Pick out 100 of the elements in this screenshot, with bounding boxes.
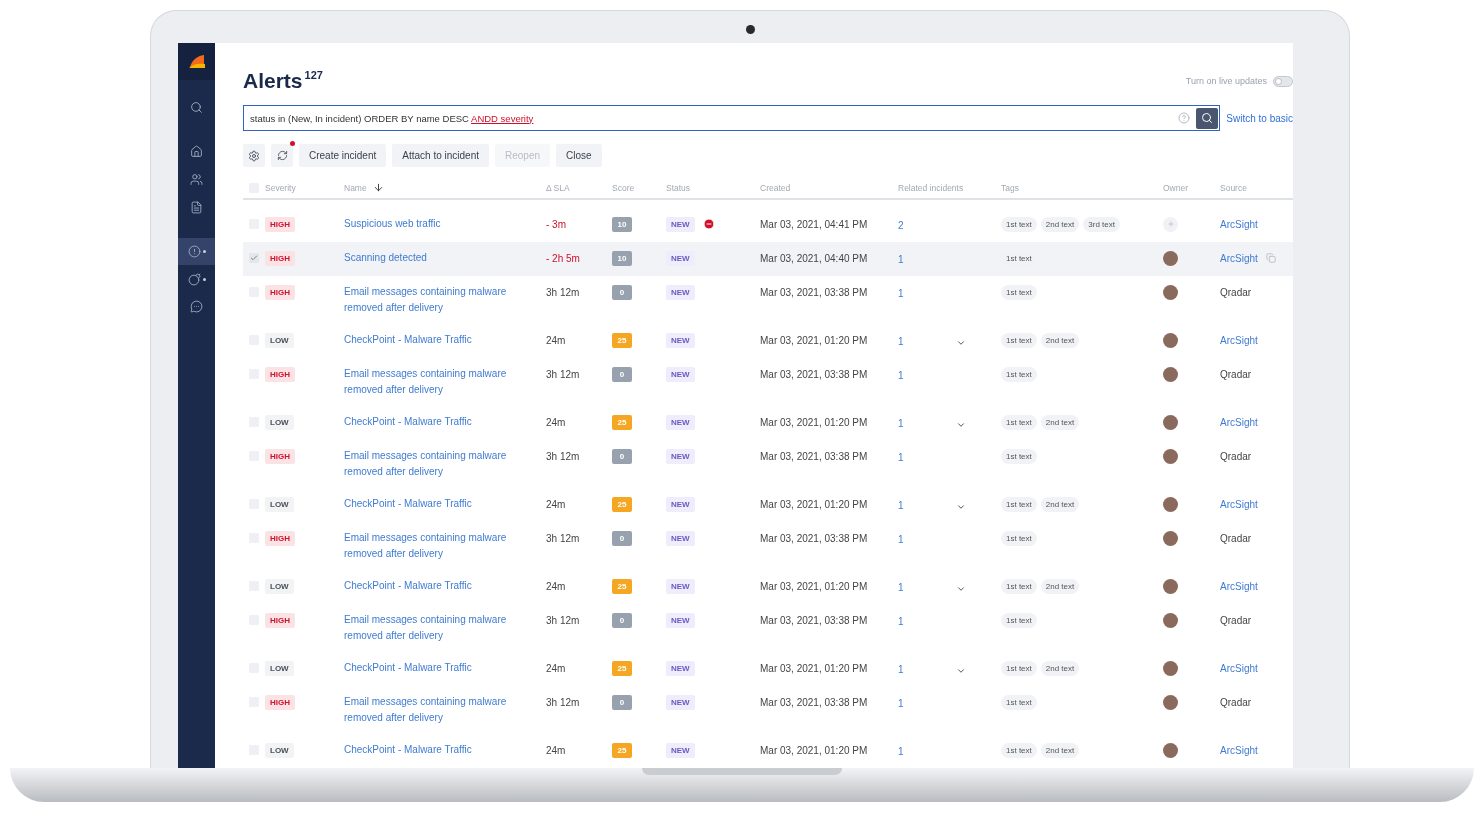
related-incidents-link[interactable]: 1 xyxy=(898,663,904,675)
column-header[interactable]: Created xyxy=(760,182,791,193)
source-text[interactable]: ArcSight xyxy=(1220,744,1258,756)
source-text[interactable]: ArcSight xyxy=(1220,580,1258,592)
sort-arrow-icon[interactable] xyxy=(372,182,384,193)
refresh-button[interactable] xyxy=(271,144,293,167)
column-header[interactable]: Status xyxy=(666,182,691,193)
switch-to-basic-link[interactable]: Switch to basic xyxy=(1226,112,1293,124)
chevron-icon[interactable] xyxy=(956,502,966,512)
table-row[interactable]: LOW CheckPoint - Malware Traffic 24m 25 NEW Mar 03, 2021, 01:20 PM 1 1st text 2nd text ArcSight xyxy=(243,406,1293,440)
created-date: Mar 03, 2021, 01:20 PM xyxy=(760,744,868,756)
alert-name-link[interactable]: CheckPoint - Malware Traffic xyxy=(344,496,509,512)
table-row[interactable]: HIGH Scanning detected - 2h 5m 10 NEW Mar 03, 2021, 04:40 PM 1 1st text ArcSight xyxy=(243,242,1293,276)
toolbar-button[interactable]: Attach to incident xyxy=(392,144,489,167)
created-date: Mar 03, 2021, 03:38 PM xyxy=(760,614,868,626)
alert-name-link[interactable]: CheckPoint - Malware Traffic xyxy=(344,578,509,594)
source-text[interactable]: ArcSight xyxy=(1220,218,1258,230)
related-incidents-link[interactable]: 1 xyxy=(898,745,904,757)
related-incidents-link[interactable]: 1 xyxy=(898,451,904,463)
copy-icon[interactable] xyxy=(1265,253,1276,263)
query-field[interactable]: status in (New, In incident) ORDER BY name DESC ANDD severity xyxy=(243,105,1221,131)
column-header[interactable]: Name xyxy=(344,182,367,193)
sla-text: 24m xyxy=(546,580,566,592)
settings-button[interactable] xyxy=(243,144,265,167)
chevron-icon[interactable] xyxy=(956,584,966,594)
table-row[interactable]: HIGH Suspicious web traffic - 3m 10 NEW Mar 03, 2021, 04:41 PM 2 1st text 2nd text 3rd text ArcSight xyxy=(243,208,1293,242)
alert-name-link[interactable]: CheckPoint - Malware Traffic xyxy=(344,414,509,430)
column-header[interactable]: Owner xyxy=(1163,182,1189,193)
table-row[interactable]: HIGH Email messages containing malware removed after delivery 3h 12m 0 NEW Mar 03, 2021, 03:38 PM 1 1st text Qradar xyxy=(243,276,1293,324)
score-label: 25 xyxy=(612,578,632,594)
score-label: 25 xyxy=(612,660,632,676)
alert-name-link[interactable]: Email messages containing malware removed after delivery xyxy=(344,284,509,316)
column-header[interactable]: Severity xyxy=(265,182,296,193)
related-incidents-link[interactable]: 1 xyxy=(898,335,904,347)
score-label: 25 xyxy=(612,742,632,758)
severity-label: HIGH xyxy=(265,366,295,382)
source-text: Qradar xyxy=(1220,532,1252,544)
related-incidents-link[interactable]: 1 xyxy=(898,253,904,265)
alert-name-link[interactable]: Suspicious web traffic xyxy=(344,216,509,232)
tag: 1st text xyxy=(1001,496,1037,512)
help-icon[interactable] xyxy=(1178,112,1191,124)
score-label: 25 xyxy=(612,414,632,430)
table-row[interactable]: LOW CheckPoint - Malware Traffic 24m 25 NEW Mar 03, 2021, 01:20 PM 1 1st text 2nd text ArcSight xyxy=(243,652,1293,686)
source-text[interactable]: ArcSight xyxy=(1220,498,1258,510)
chevron-icon[interactable] xyxy=(956,420,966,430)
column-header[interactable]: Tags xyxy=(1001,182,1019,193)
table-row[interactable]: LOW CheckPoint - Malware Traffic 24m 25 NEW Mar 03, 2021, 01:20 PM 1 1st text 2nd text ArcSight xyxy=(243,734,1293,768)
tag: 3rd text xyxy=(1083,216,1120,232)
tag: 1st text xyxy=(1001,660,1037,676)
alert-name-link[interactable]: Email messages containing malware removed after delivery xyxy=(344,530,509,562)
toolbar-button[interactable]: Close xyxy=(556,144,602,167)
chevron-icon[interactable] xyxy=(956,338,966,348)
related-incidents-link[interactable]: 1 xyxy=(898,287,904,299)
table-row[interactable]: LOW CheckPoint - Malware Traffic 24m 25 NEW Mar 03, 2021, 01:20 PM 1 1st text 2nd text ArcSight xyxy=(243,324,1293,358)
row-checkbox[interactable] xyxy=(249,253,259,263)
alert-name-link[interactable]: Email messages containing malware removed after delivery xyxy=(344,612,509,644)
alert-name-link[interactable]: CheckPoint - Malware Traffic xyxy=(344,742,509,758)
column-header[interactable]: Δ SLA xyxy=(546,182,570,193)
created-date: Mar 03, 2021, 01:20 PM xyxy=(760,334,868,346)
source-text[interactable]: ArcSight xyxy=(1220,662,1258,674)
column-header[interactable]: Source xyxy=(1220,182,1247,193)
source-text[interactable]: ArcSight xyxy=(1220,334,1258,346)
related-incidents-link[interactable]: 2 xyxy=(898,219,904,231)
table-row[interactable]: HIGH Email messages containing malware removed after delivery 3h 12m 0 NEW Mar 03, 2021, 03:38 PM 1 1st text Qradar xyxy=(243,440,1293,488)
alert-name-link[interactable]: Scanning detected xyxy=(344,250,509,266)
created-date: Mar 03, 2021, 04:40 PM xyxy=(760,252,868,264)
related-incidents-link[interactable]: 1 xyxy=(898,581,904,593)
table-row[interactable]: HIGH Email messages containing malware removed after delivery 3h 12m 0 NEW Mar 03, 2021, 03:38 PM 1 1st text Qradar xyxy=(243,522,1293,570)
search-button[interactable] xyxy=(1196,107,1219,129)
source-text[interactable]: ArcSight xyxy=(1220,252,1258,264)
add-owner-button[interactable] xyxy=(1163,216,1178,232)
table-row[interactable]: HIGH Email messages containing malware removed after delivery 3h 12m 0 NEW Mar 03, 2021, 03:38 PM 1 1st text Qradar xyxy=(243,604,1293,652)
related-incidents-link[interactable]: 1 xyxy=(898,697,904,709)
column-header[interactable]: Related incidents xyxy=(898,182,964,193)
table-row[interactable]: LOW CheckPoint - Malware Traffic 24m 25 NEW Mar 03, 2021, 01:20 PM 1 1st text 2nd text ArcSight xyxy=(243,570,1293,604)
live-updates-toggle[interactable] xyxy=(1273,75,1293,87)
related-incidents-link[interactable]: 1 xyxy=(898,533,904,545)
created-date: Mar 03, 2021, 01:20 PM xyxy=(760,662,868,674)
alert-name-link[interactable]: CheckPoint - Malware Traffic xyxy=(344,332,509,348)
alert-name-link[interactable]: CheckPoint - Malware Traffic xyxy=(344,660,509,676)
source-text[interactable]: ArcSight xyxy=(1220,416,1258,428)
alert-name-link[interactable]: Email messages containing malware removed after delivery xyxy=(344,448,509,480)
alert-name-link[interactable]: Email messages containing malware removed after delivery xyxy=(344,694,509,726)
alert-name-link[interactable]: Email messages containing malware removed after delivery xyxy=(344,366,509,398)
column-header[interactable]: Score xyxy=(612,182,635,193)
table-row[interactable]: LOW CheckPoint - Malware Traffic 24m 25 NEW Mar 03, 2021, 01:20 PM 1 1st text 2nd text ArcSight xyxy=(243,488,1293,522)
table-row[interactable]: HIGH Email messages containing malware removed after delivery 3h 12m 0 NEW Mar 03, 2021, 03:38 PM 1 1st text Qradar xyxy=(243,358,1293,406)
toolbar-button[interactable]: Create incident xyxy=(299,144,387,167)
chevron-icon[interactable] xyxy=(956,666,966,676)
related-incidents-link[interactable]: 1 xyxy=(898,615,904,627)
related-incidents-link[interactable]: 1 xyxy=(898,369,904,381)
table-row[interactable]: HIGH Email messages containing malware removed after delivery 3h 12m 0 NEW Mar 03, 2021, 03:38 PM 1 1st text Qradar xyxy=(243,686,1293,734)
severity-label: LOW xyxy=(265,742,294,758)
created-date: Mar 03, 2021, 03:38 PM xyxy=(760,286,868,298)
related-incidents-link[interactable]: 1 xyxy=(898,499,904,511)
status-label: NEW xyxy=(666,332,695,348)
tag: 1st text xyxy=(1001,448,1037,464)
sidebar-item[interactable] xyxy=(178,238,215,265)
tag: 2nd text xyxy=(1040,414,1080,430)
related-incidents-link[interactable]: 1 xyxy=(898,417,904,429)
